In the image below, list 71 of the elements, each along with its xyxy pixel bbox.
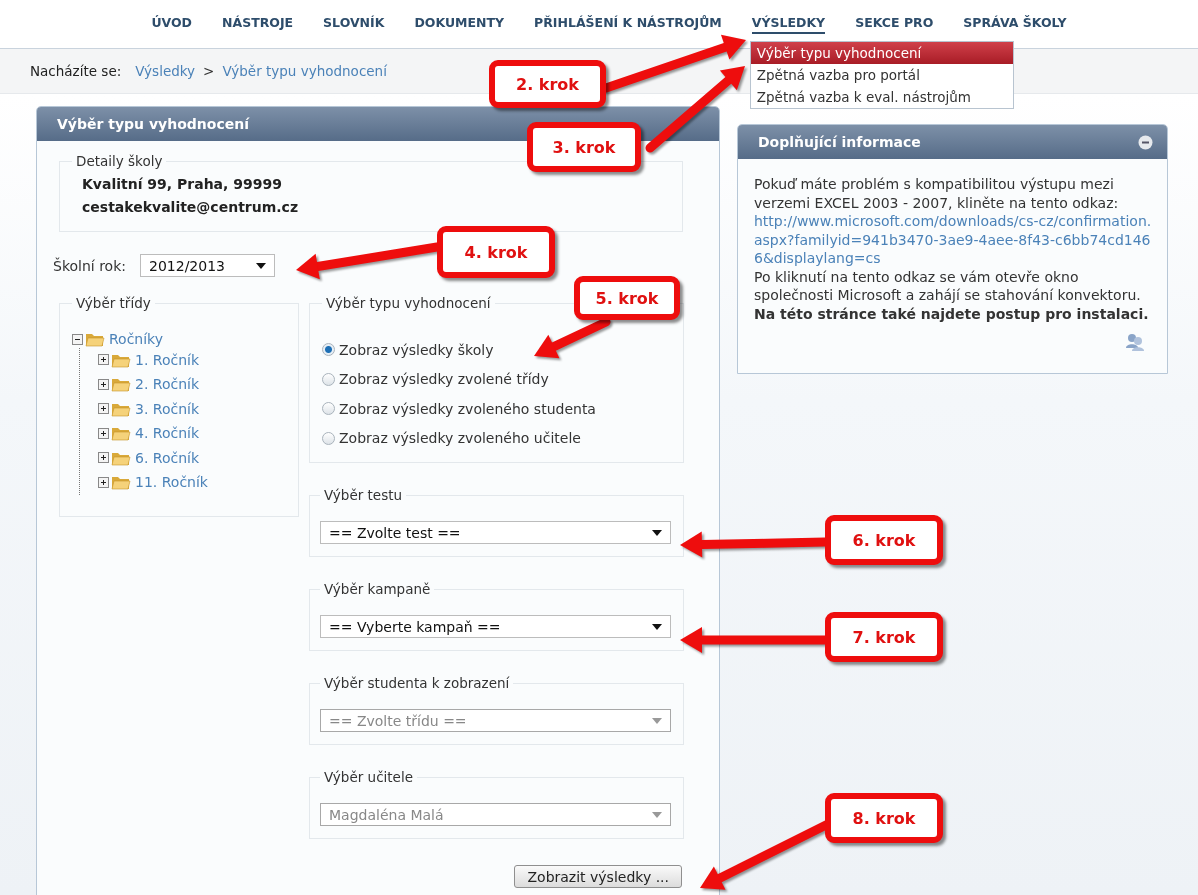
tree-item[interactable]: 11. Ročník [135,474,208,491]
collapse-icon[interactable] [72,333,83,345]
users-icon [1125,333,1145,351]
expand-icon[interactable] [98,378,109,390]
nav-link[interactable]: SEKCE PRO [855,14,934,34]
caret-icon [652,529,662,536]
caret-icon [652,717,662,724]
step-callout: 7. krok [825,612,943,662]
school-detail: Kvalitní 99, Praha, 99999 [81,175,283,194]
dropdown[interactable]: == Vyberte kampaň == [320,615,671,638]
breadcrumb-separator: > [203,63,215,79]
dropdown[interactable]: == Zvolte test == [320,521,671,544]
expand-icon[interactable] [98,476,109,488]
year-dropdown[interactable]: 2012/2013 [140,254,275,277]
fieldset-legend: Detaily školy [72,153,167,169]
folder-icon [85,331,105,348]
expand-icon[interactable] [98,403,109,415]
folder-icon [111,474,131,491]
expand-icon[interactable] [98,452,109,464]
tree-item[interactable]: 3. Ročník [135,400,200,417]
breadcrumb-link[interactable]: Výsledky [135,63,196,79]
step-callout: 8. krok [825,793,943,843]
fieldset-legend: Výběr kampaně [320,581,435,597]
step-callout: 3. krok [527,122,641,172]
step-callout: 2. krok [489,60,606,108]
nav-link[interactable]: PŘIHLÁŠENÍ K NÁSTROJŮM [534,14,722,34]
radio-button[interactable] [322,402,335,416]
show-results-button[interactable]: Zobrazit výsledky ... [514,865,682,888]
radio-label: Zobraz výsledky zvoleného učitele [339,430,581,447]
radio-label: Zobraz výsledky školy [339,341,494,358]
radio-button[interactable] [322,343,335,357]
tree-item[interactable]: 1. Ročník [135,351,200,368]
step-callout: 5. krok [574,276,680,320]
tree-item[interactable]: Ročníky [109,331,164,348]
fieldset-legend: Výběr testu [320,487,407,503]
caret-icon [652,623,662,630]
fieldset-legend: Výběr studenta k zobrazení [320,675,514,691]
step-callout: 6. krok [825,515,943,565]
menu-item[interactable]: Výběr typu vyhodnocení [750,41,1013,64]
breadcrumb-link[interactable]: Výběr typu vyhodnocení [222,63,387,79]
breadcrumb-label: Nacházíte se: [30,63,122,79]
collapse-icon[interactable] [1138,134,1153,150]
nav-link[interactable]: NÁSTROJE [222,14,294,34]
tree-item[interactable]: 4. Ročník [135,425,200,442]
caret-icon [652,811,662,818]
fieldset-legend: Výběr učitele [320,769,417,785]
step-callout: 4. krok [437,226,555,278]
fieldset-legend: Výběr třídy [72,295,155,311]
panel-title: Doplňující informace [758,134,921,150]
radio-button[interactable] [322,431,335,445]
folder-icon [111,376,131,393]
school-detail: cestakekvalite@centrum.cz [81,198,300,217]
radio-label: Zobraz výsledky zvolené třídy [339,371,549,388]
panel-title: Výběr typu vyhodnocení [57,116,249,132]
expand-icon[interactable] [98,354,109,366]
nav-link[interactable]: DOKUMENTY [414,14,505,34]
download-link[interactable]: http://www.microsoft.com/downloads/cs-cz/confirmation.aspx?familyid=941b3470-3ae9-4aee-8f43-c6bb74cd1466&displaylang=cs [754,212,1155,268]
nav-link[interactable]: SLOVNÍK [323,14,385,34]
nav-link[interactable]: VÝSLEDKY [751,14,826,34]
info-text: Pokuď máte problém s kompatibilitou výstupu mezi verzemi EXCEL 2003 - 2007, kliněte na tento odkaz: http://www.microsoft.com/downloads/cs-cz/confirmation.aspx?familyid=941b3470-3ae9-4aee-8f43-c6bb74cd1466&displaylang=cs Po kliknutí na tento odkaz se vám otevře okno společnosti Microsoft a zahájí se stahování konvektoru. Na této stránce také najdete postup pro instalaci. [754,175,1155,323]
radio-label: Zobraz výsledky zvoleného studenta [339,400,596,417]
expand-icon[interactable] [98,427,109,439]
caret-icon [256,262,266,269]
folder-icon [111,425,131,442]
radio-button[interactable] [322,372,335,386]
tree-item[interactable]: 6. Ročník [135,449,200,466]
tree-item[interactable]: 2. Ročník [135,376,200,393]
field-label: Školní rok: [53,257,126,274]
nav-link[interactable]: ÚVOD [151,14,192,34]
nav-link[interactable]: SPRÁVA ŠKOLY [963,14,1067,34]
fieldset-legend: Výběr typu vyhodnocení [322,295,495,311]
